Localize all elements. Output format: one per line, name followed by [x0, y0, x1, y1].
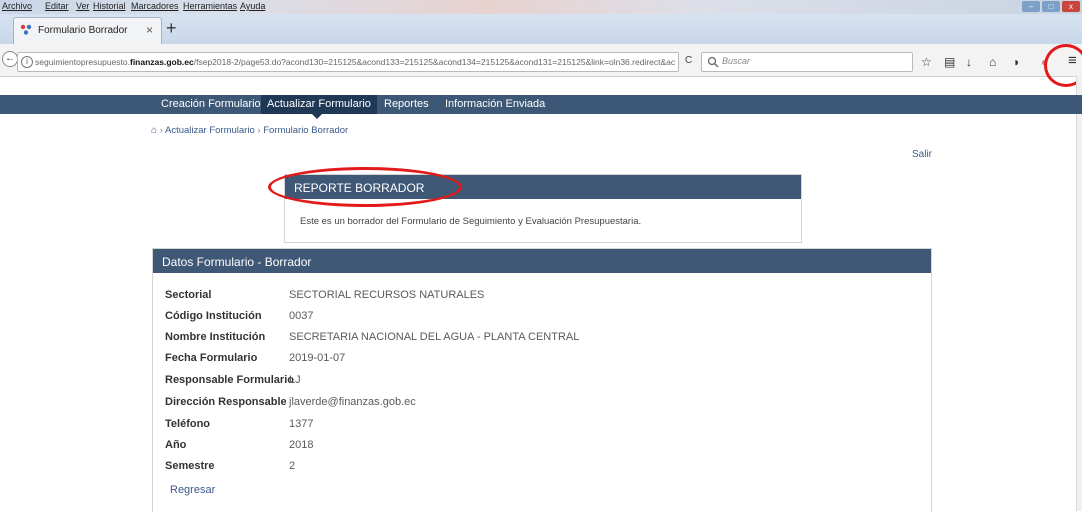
breadcrumb-formulario-borrador[interactable]: Formulario Borrador	[263, 125, 348, 136]
back-arrow-icon[interactable]: ←	[2, 51, 18, 67]
logout-link[interactable]: Salir	[912, 149, 932, 160]
maximize-button[interactable]: □	[1042, 1, 1060, 12]
home-icon[interactable]: ⌂	[989, 56, 996, 68]
browser-tab[interactable]: Formulario Borrador ×	[13, 17, 162, 45]
form-data-title: Datos Formulario - Borrador	[162, 255, 312, 269]
nav-creacion-formulario[interactable]: Creación Formulario	[157, 95, 265, 114]
reload-icon[interactable]: C	[685, 55, 692, 66]
label-semestre: Semestre	[165, 460, 215, 472]
label-direccion-responsable: Dirección Responsable	[165, 396, 287, 408]
minimize-button[interactable]: –	[1022, 1, 1040, 12]
menu-herramientas[interactable]: Herramientas	[183, 1, 237, 11]
value-telefono: 1377	[289, 418, 314, 430]
label-telefono: Teléfono	[165, 418, 211, 430]
annotation-ellipse-title	[268, 167, 462, 207]
form-data-header: Datos Formulario - Borrador	[153, 249, 931, 273]
menu-archivo[interactable]: Archivo	[2, 1, 32, 11]
nav-reportes[interactable]: Reportes	[380, 95, 433, 114]
value-responsable-formulario: LJ	[289, 374, 301, 386]
report-body: Este es un borrador del Formulario de Se…	[300, 216, 642, 227]
close-window-button[interactable]: x	[1062, 1, 1080, 12]
value-sectorial: SECTORIAL RECURSOS NATURALES	[289, 289, 485, 301]
value-anio: 2018	[289, 439, 314, 451]
menu-bar: Archivo Editar Ver Historial Marcadores …	[0, 0, 1082, 14]
search-placeholder: Buscar	[722, 56, 751, 66]
search-bar[interactable]: Buscar	[701, 52, 913, 72]
value-direccion-responsable: jlaverde@finanzas.gob.ec	[289, 396, 416, 408]
active-nav-pointer	[312, 114, 322, 119]
label-sectorial: Sectorial	[165, 289, 212, 301]
label-anio: Año	[165, 439, 187, 451]
menu-ayuda[interactable]: Ayuda	[240, 1, 265, 11]
tab-strip	[0, 14, 1082, 44]
nav-actualizar-formulario[interactable]: Actualizar Formulario	[261, 95, 377, 114]
label-fecha-formulario: Fecha Formulario	[165, 352, 258, 364]
bookmark-star-icon[interactable]: ☆	[921, 56, 932, 68]
tab-title: Formulario Borrador	[38, 25, 128, 36]
tab-close-icon[interactable]: ×	[146, 23, 153, 37]
home-icon[interactable]: ⌂	[151, 125, 157, 136]
app-navbar: Creación Formulario Actualizar Formulari…	[0, 95, 1082, 114]
reading-list-icon[interactable]: ▤	[944, 56, 955, 68]
favicon-icon	[20, 24, 32, 35]
label-responsable-formulario: Responsable Formulario	[165, 374, 294, 386]
back-link[interactable]: Regresar	[170, 484, 215, 496]
url-bar[interactable]: i seguimientopresupuesto.finanzas.gob.ec…	[17, 52, 679, 72]
breadcrumb: ⌂ › Actualizar Formulario › Formulario B…	[151, 125, 349, 136]
breadcrumb-actualizar-formulario[interactable]: Actualizar Formulario	[165, 125, 255, 136]
value-semestre: 2	[289, 460, 296, 472]
download-icon[interactable]: ↓	[966, 56, 972, 68]
scrollbar[interactable]	[1076, 76, 1082, 511]
search-icon	[707, 56, 719, 68]
menu-editar[interactable]: Editar	[45, 1, 69, 11]
menu-historial[interactable]: Historial	[93, 1, 126, 11]
new-tab-icon[interactable]: +	[166, 18, 177, 38]
value-fecha-formulario: 2019-01-07	[289, 352, 346, 364]
nav-informacion-enviada[interactable]: Información Enviada	[441, 95, 549, 114]
pocket-icon[interactable]: ◗	[1013, 56, 1020, 68]
info-icon[interactable]: i	[21, 56, 33, 68]
label-nombre-institucion: Nombre Institución	[165, 331, 266, 343]
url-text: seguimientopresupuesto.finanzas.gob.ec/f…	[35, 57, 675, 67]
label-codigo-institucion: Código Institución	[165, 310, 262, 322]
value-codigo-institucion: 0037	[289, 310, 314, 322]
value-nombre-institucion: SECRETARIA NACIONAL DEL AGUA - PLANTA CE…	[289, 331, 580, 343]
menu-marcadores[interactable]: Marcadores	[131, 1, 179, 11]
menu-ver[interactable]: Ver	[76, 1, 90, 11]
